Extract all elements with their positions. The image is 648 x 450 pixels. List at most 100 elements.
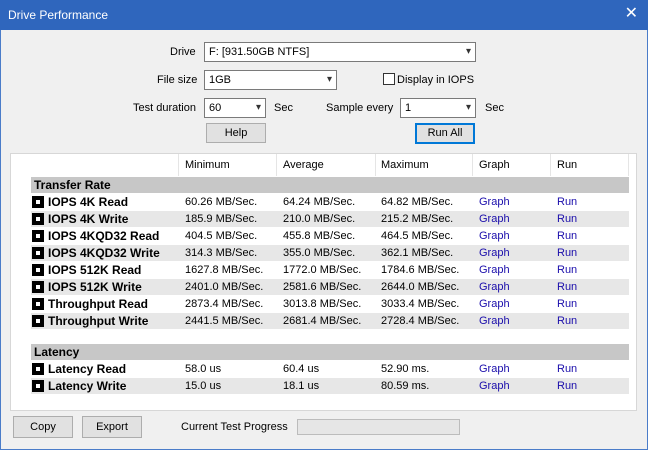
run-all-button[interactable]: Run All [415, 123, 475, 144]
max-value: 52.90 ms. [381, 363, 430, 375]
run-link[interactable]: Run [557, 213, 577, 225]
max-value: 64.82 MB/Sec. [381, 196, 454, 208]
graph-link[interactable]: Graph [479, 281, 510, 293]
chevron-down-icon: ▾ [255, 102, 261, 113]
column-divider [550, 154, 551, 176]
run-link[interactable]: Run [557, 264, 577, 276]
filesize-value: 1GB [209, 74, 232, 86]
table-row: IOPS 512K Read 1627.8 MB/Sec. 1772.0 MB/… [31, 262, 629, 278]
column-divider [375, 154, 376, 176]
min-value: 314.3 MB/Sec. [185, 247, 258, 259]
chevron-down-icon: ▾ [465, 46, 471, 57]
test-icon [32, 213, 44, 225]
duration-select[interactable]: 60 ▾ [204, 98, 266, 118]
graph-link[interactable]: Graph [479, 380, 510, 392]
max-value: 3033.4 MB/Sec. [381, 298, 460, 310]
graph-link[interactable]: Graph [479, 213, 510, 225]
test-icon [32, 298, 44, 310]
min-value: 58.0 us [185, 363, 222, 375]
drive-label: Drive [170, 46, 196, 58]
section-title: Transfer Rate [34, 178, 111, 192]
min-value: 2873.4 MB/Sec. [185, 298, 264, 310]
avg-value: 2681.4 MB/Sec. [283, 315, 362, 327]
test-name: Latency Write [48, 379, 127, 393]
graph-link[interactable]: Graph [479, 247, 510, 259]
test-name: Throughput Write [48, 314, 149, 328]
results-table: Minimum Average Maximum Graph Run Transf… [10, 153, 637, 411]
drive-value: F: [931.50GB NTFS] [209, 46, 310, 58]
graph-link[interactable]: Graph [479, 264, 510, 276]
duration-value: 60 [209, 102, 222, 114]
test-name: Latency Read [48, 362, 127, 376]
run-link[interactable]: Run [557, 196, 577, 208]
table-row: IOPS 4KQD32 Read 404.5 MB/Sec. 455.8 MB/… [31, 228, 629, 244]
filesize-select[interactable]: 1GB ▾ [204, 70, 337, 90]
test-icon [32, 264, 44, 276]
max-value: 2728.4 MB/Sec. [381, 315, 460, 327]
run-link[interactable]: Run [557, 363, 577, 375]
avg-value: 355.0 MB/Sec. [283, 247, 356, 259]
graph-link[interactable]: Graph [479, 298, 510, 310]
help-button[interactable]: Help [206, 123, 266, 143]
max-value: 1784.6 MB/Sec. [381, 264, 460, 276]
avg-value: 18.1 us [283, 380, 320, 392]
close-icon[interactable]: ✕ [625, 5, 638, 23]
section-transfer-rate: Transfer Rate [31, 177, 629, 193]
min-value: 15.0 us [185, 380, 222, 392]
column-maximum: Maximum [381, 159, 429, 171]
graph-link[interactable]: Graph [479, 363, 510, 375]
run-link[interactable]: Run [557, 298, 577, 310]
max-value: 215.2 MB/Sec. [381, 213, 454, 225]
min-value: 60.26 MB/Sec. [185, 196, 258, 208]
test-name: IOPS 4K Read [48, 195, 129, 209]
min-value: 2441.5 MB/Sec. [185, 315, 264, 327]
table-row: Throughput Read 2873.4 MB/Sec. 3013.8 MB… [31, 296, 629, 312]
run-link[interactable]: Run [557, 247, 577, 259]
table-row: IOPS 4K Write 185.9 MB/Sec. 210.0 MB/Sec… [31, 211, 629, 227]
graph-link[interactable]: Graph [479, 230, 510, 242]
min-value: 185.9 MB/Sec. [185, 213, 258, 225]
avg-value: 60.4 us [283, 363, 320, 375]
drive-select[interactable]: F: [931.50GB NTFS] ▾ [204, 42, 476, 62]
sample-select[interactable]: 1 ▾ [400, 98, 476, 118]
table-row: Latency Read 58.0 us 60.4 us 52.90 ms. G… [31, 361, 629, 377]
run-link[interactable]: Run [557, 230, 577, 242]
avg-value: 455.8 MB/Sec. [283, 230, 356, 242]
run-link[interactable]: Run [557, 315, 577, 327]
min-value: 2401.0 MB/Sec. [185, 281, 264, 293]
min-value: 404.5 MB/Sec. [185, 230, 258, 242]
avg-value: 2581.6 MB/Sec. [283, 281, 362, 293]
run-link[interactable]: Run [557, 281, 577, 293]
test-name: IOPS 4K Write [48, 212, 129, 226]
test-name: IOPS 4KQD32 Read [48, 229, 160, 243]
table-row: Latency Write 15.0 us 18.1 us 80.59 ms. … [31, 378, 629, 394]
column-divider [472, 154, 473, 176]
column-average: Average [283, 159, 324, 171]
graph-link[interactable]: Graph [479, 315, 510, 327]
max-value: 362.1 MB/Sec. [381, 247, 454, 259]
avg-value: 210.0 MB/Sec. [283, 213, 356, 225]
display-iops-checkbox[interactable] [383, 73, 395, 85]
column-graph: Graph [479, 159, 510, 171]
section-title: Latency [34, 345, 80, 359]
column-divider [628, 154, 629, 176]
max-value: 80.59 ms. [381, 380, 430, 392]
max-value: 464.5 MB/Sec. [381, 230, 454, 242]
min-value: 1627.8 MB/Sec. [185, 264, 264, 276]
title-bar: Drive Performance ✕ [0, 0, 648, 30]
export-button[interactable]: Export [82, 416, 142, 438]
column-minimum: Minimum [185, 159, 230, 171]
copy-button[interactable]: Copy [13, 416, 73, 438]
column-divider [178, 154, 179, 176]
max-value: 2644.0 MB/Sec. [381, 281, 460, 293]
duration-label: Test duration [133, 102, 196, 114]
avg-value: 3013.8 MB/Sec. [283, 298, 362, 310]
window-title: Drive Performance [8, 8, 109, 22]
sample-unit: Sec [485, 102, 504, 114]
table-row: IOPS 4KQD32 Write 314.3 MB/Sec. 355.0 MB… [31, 245, 629, 261]
section-latency: Latency [31, 344, 629, 360]
graph-link[interactable]: Graph [479, 196, 510, 208]
test-icon [32, 380, 44, 392]
run-link[interactable]: Run [557, 380, 577, 392]
test-name: IOPS 512K Read [48, 263, 142, 277]
